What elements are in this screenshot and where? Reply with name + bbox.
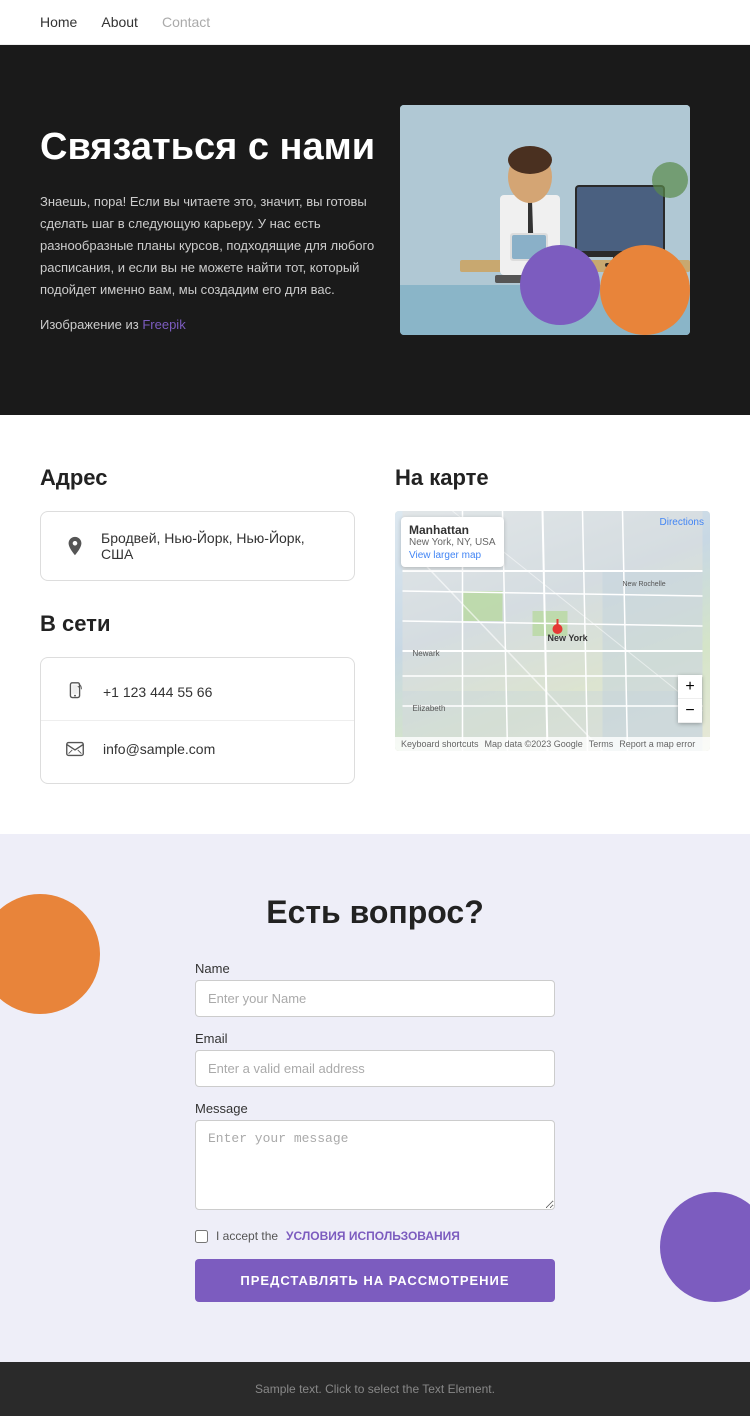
address-text: Бродвей, Нью-Йорк, Нью-Йорк, США xyxy=(101,530,334,562)
svg-text:Newark: Newark xyxy=(413,649,441,658)
email-label: Email xyxy=(195,1031,555,1046)
map-data-credit: Map data ©2023 Google xyxy=(485,739,583,749)
svg-text:New Rochelle: New Rochelle xyxy=(623,581,666,588)
message-group: Message xyxy=(195,1101,555,1215)
hero-title: Связаться с нами xyxy=(40,125,380,171)
form-purple-circle xyxy=(660,1192,750,1302)
email-group: Email xyxy=(195,1031,555,1087)
message-label: Message xyxy=(195,1101,555,1116)
network-box: +1 123 444 55 66 info@sample.com xyxy=(40,657,355,784)
freepik-link[interactable]: Freepik xyxy=(142,317,185,332)
svg-text:New York: New York xyxy=(548,633,589,643)
checkbox-prefix: I accept the xyxy=(216,1229,278,1243)
email-item: info@sample.com xyxy=(41,720,354,777)
phone-icon xyxy=(61,678,89,706)
map-footer: Keyboard shortcuts Map data ©2023 Google… xyxy=(395,737,710,751)
map-container: New York Newark Bloomfield New Rochelle … xyxy=(395,511,710,751)
map-overlay: Manhattan New York, NY, USA View larger … xyxy=(401,517,504,567)
hero-purple-circle xyxy=(520,245,600,325)
message-textarea[interactable] xyxy=(195,1120,555,1210)
contact-left: Адрес Бродвей, Нью-Йорк, Нью-Йорк, США В… xyxy=(40,465,355,784)
map-keyboard-shortcuts: Keyboard shortcuts xyxy=(401,739,479,749)
navigation: Home About Contact xyxy=(0,0,750,45)
view-larger-link[interactable]: View larger map xyxy=(409,550,496,561)
email-icon xyxy=(61,735,89,763)
footer-text: Sample text. Click to select the Text El… xyxy=(40,1382,710,1396)
map-directions[interactable]: Directions xyxy=(660,517,704,528)
terms-link[interactable]: УСЛОВИЯ ИСПОЛЬЗОВАНИЯ xyxy=(286,1229,460,1243)
phone-text: +1 123 444 55 66 xyxy=(103,684,212,700)
network-title: В сети xyxy=(40,611,355,637)
terms-checkbox[interactable] xyxy=(195,1230,208,1243)
contact-right: На карте xyxy=(395,465,710,784)
map-zoom: + − xyxy=(678,675,702,723)
svg-text:Elizabeth: Elizabeth xyxy=(413,704,446,713)
map-inner: New York Newark Bloomfield New Rochelle … xyxy=(395,511,710,751)
footer: Sample text. Click to select the Text El… xyxy=(0,1362,750,1416)
zoom-in-button[interactable]: + xyxy=(678,675,702,699)
nav-about[interactable]: About xyxy=(101,14,138,30)
hero-description: Знаешь, пора! Если вы читаете это, значи… xyxy=(40,191,380,301)
address-box: Бродвей, Нью-Йорк, Нью-Йорк, США xyxy=(40,511,355,581)
submit-button[interactable]: ПРЕДСТАВЛЯТЬ НА РАССМОТРЕНИЕ xyxy=(195,1259,555,1302)
contact-section: Адрес Бродвей, Нью-Йорк, Нью-Йорк, США В… xyxy=(0,415,750,834)
hero-section: Связаться с нами Знаешь, пора! Если вы ч… xyxy=(0,45,750,415)
nav-home[interactable]: Home xyxy=(40,14,77,30)
name-input[interactable] xyxy=(195,980,555,1017)
form-inner: Name Email Message I accept the УСЛОВИЯ … xyxy=(195,961,555,1302)
checkbox-row: I accept the УСЛОВИЯ ИСПОЛЬЗОВАНИЯ xyxy=(195,1229,555,1243)
hero-image-area xyxy=(400,105,710,335)
email-text: info@sample.com xyxy=(103,741,215,757)
map-report: Report a map error xyxy=(619,739,695,749)
hero-text-area: Связаться с нами Знаешь, пора! Если вы ч… xyxy=(40,105,380,332)
hero-image-credit: Изображение из Freepik xyxy=(40,317,380,332)
name-label: Name xyxy=(195,961,555,976)
form-section: Есть вопрос? Name Email Message I accept… xyxy=(0,834,750,1362)
hero-orange-circle xyxy=(600,245,690,335)
location-icon xyxy=(61,532,89,560)
address-title: Адрес xyxy=(40,465,355,491)
zoom-out-button[interactable]: − xyxy=(678,699,702,723)
name-group: Name xyxy=(195,961,555,1017)
map-terms: Terms xyxy=(589,739,614,749)
map-city: Manhattan xyxy=(409,523,496,537)
form-title: Есть вопрос? xyxy=(40,894,710,931)
email-input[interactable] xyxy=(195,1050,555,1087)
map-state: New York, NY, USA xyxy=(409,537,496,548)
nav-contact[interactable]: Contact xyxy=(162,14,210,30)
map-title: На карте xyxy=(395,465,710,491)
phone-item: +1 123 444 55 66 xyxy=(41,664,354,720)
